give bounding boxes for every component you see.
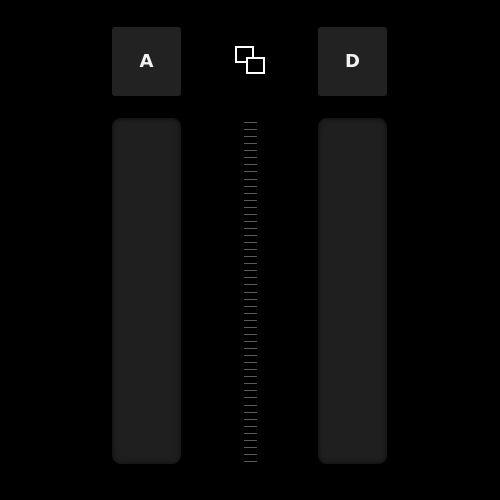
scale-tick xyxy=(244,390,257,391)
scale-tick xyxy=(244,207,257,208)
scale-tick xyxy=(244,179,257,180)
scale-tick xyxy=(244,383,257,384)
scale-tick xyxy=(244,419,257,420)
crossfader-scale xyxy=(244,122,257,462)
scale-tick xyxy=(244,447,257,448)
scale-tick xyxy=(244,440,257,441)
scale-tick xyxy=(244,157,257,158)
deck-d-button[interactable]: D xyxy=(318,27,387,96)
scale-tick xyxy=(244,221,257,222)
deck-d-fader[interactable] xyxy=(318,118,387,464)
scale-tick xyxy=(244,334,257,335)
scale-tick xyxy=(244,313,257,314)
scale-tick xyxy=(244,214,257,215)
scale-tick xyxy=(244,461,257,462)
scale-tick xyxy=(244,348,257,349)
scale-tick xyxy=(244,341,257,342)
scale-tick xyxy=(244,129,257,130)
deck-a-label: A xyxy=(139,51,154,72)
scale-tick xyxy=(244,228,257,229)
scale-tick xyxy=(244,376,257,377)
scale-tick xyxy=(244,242,257,243)
scale-tick xyxy=(244,306,257,307)
scale-tick xyxy=(244,186,257,187)
scale-tick xyxy=(244,150,257,151)
scale-tick xyxy=(244,200,257,201)
scale-tick xyxy=(244,397,257,398)
link-squares-icon-graphic xyxy=(235,46,265,74)
scale-tick xyxy=(244,362,257,363)
deck-a-button[interactable]: A xyxy=(112,27,181,96)
scale-tick xyxy=(244,277,257,278)
mixer-panel: A D xyxy=(0,0,500,500)
scale-tick xyxy=(244,256,257,257)
scale-tick xyxy=(244,284,257,285)
scale-tick xyxy=(244,235,257,236)
deck-a-fader[interactable] xyxy=(112,118,181,464)
deck-d-label: D xyxy=(345,51,360,72)
scale-tick xyxy=(244,263,257,264)
scale-tick xyxy=(244,249,257,250)
scale-tick xyxy=(244,327,257,328)
scale-tick xyxy=(244,122,257,123)
scale-tick xyxy=(244,412,257,413)
scale-tick xyxy=(244,405,257,406)
scale-tick xyxy=(244,320,257,321)
scale-tick xyxy=(244,136,257,137)
scale-tick xyxy=(244,171,257,172)
scale-tick xyxy=(244,299,257,300)
scale-tick xyxy=(244,369,257,370)
scale-tick xyxy=(244,193,257,194)
scale-tick xyxy=(244,454,257,455)
scale-tick xyxy=(244,143,257,144)
scale-tick xyxy=(244,270,257,271)
scale-tick xyxy=(244,355,257,356)
link-squares-icon[interactable] xyxy=(233,44,267,78)
scale-tick xyxy=(244,292,257,293)
scale-tick xyxy=(244,426,257,427)
scale-tick xyxy=(244,164,257,165)
scale-tick xyxy=(244,433,257,434)
